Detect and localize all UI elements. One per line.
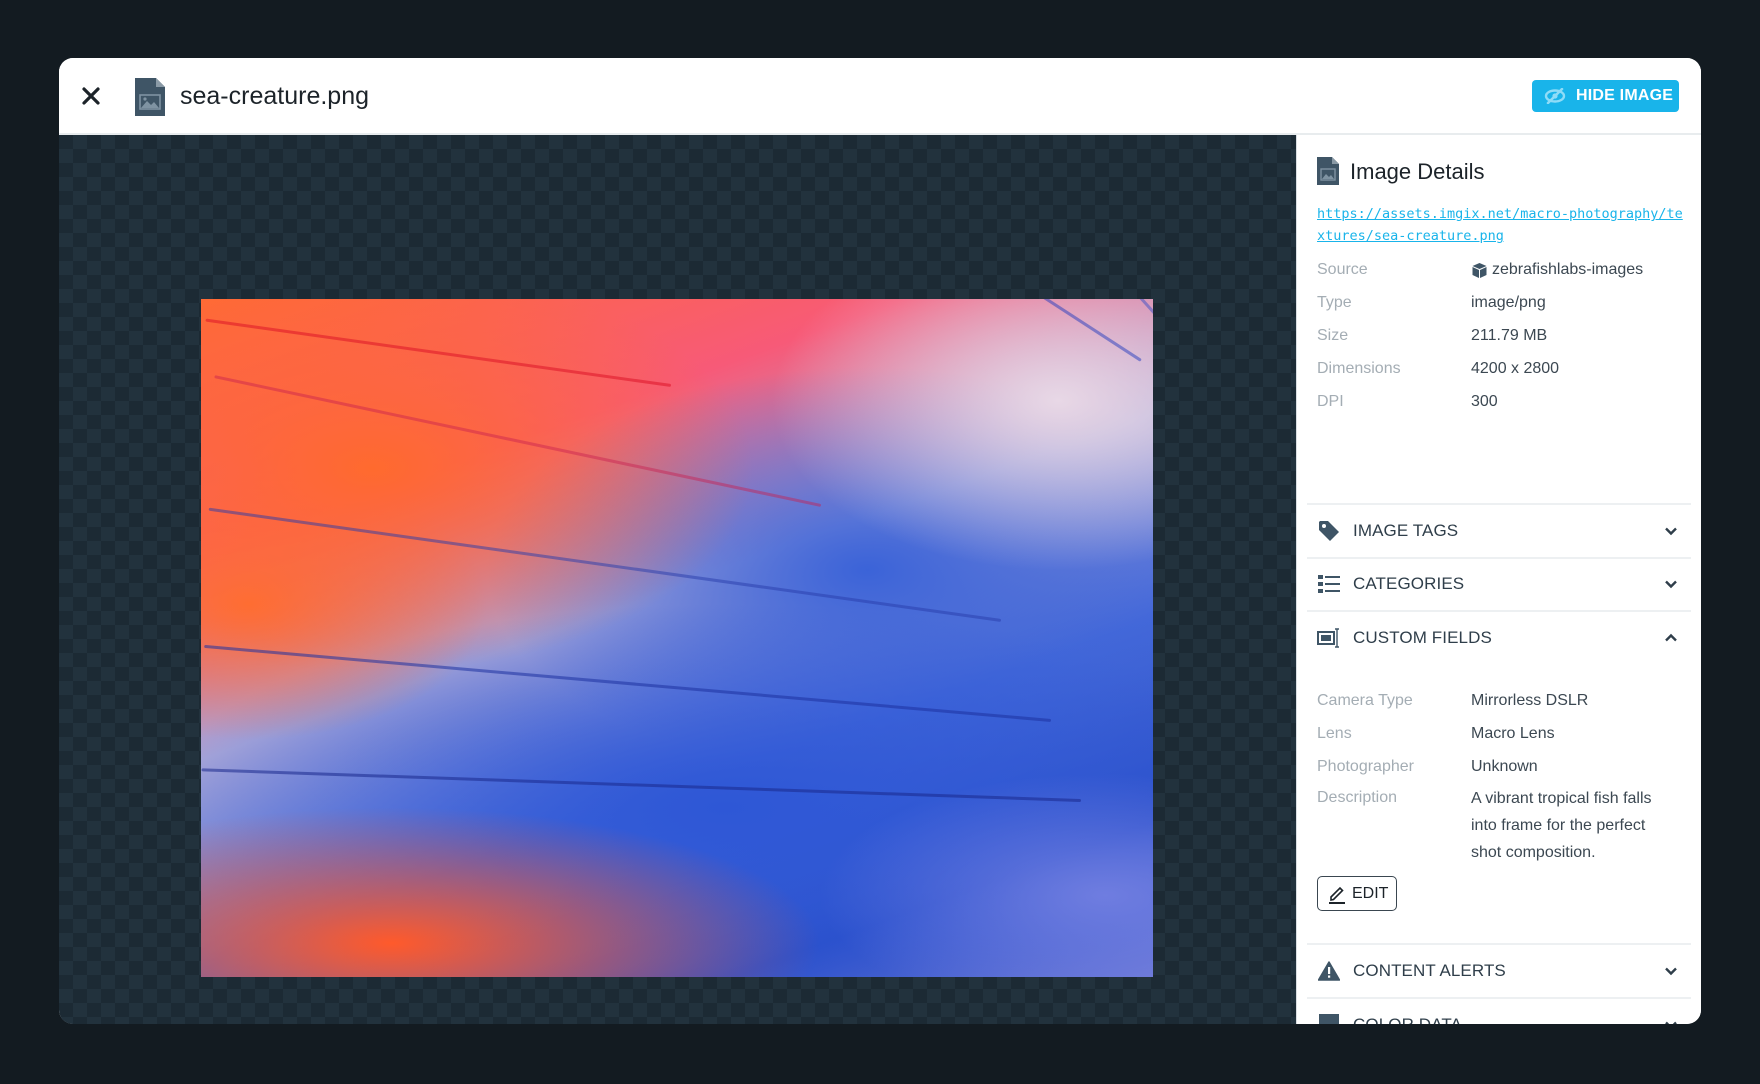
section-content-alerts[interactable]: CONTENT ALERTS bbox=[1307, 945, 1691, 997]
custom-fields-icon bbox=[1317, 626, 1341, 650]
modal-header: sea-creature.png HIDE IMAGE bbox=[59, 58, 1701, 135]
close-icon bbox=[82, 87, 100, 105]
section-categories[interactable]: CATEGORIES bbox=[1307, 558, 1691, 610]
section-label: CONTENT ALERTS bbox=[1353, 961, 1506, 980]
section-label: IMAGE TAGS bbox=[1353, 521, 1459, 540]
section-label: CUSTOM FIELDS bbox=[1353, 628, 1492, 647]
pencil-icon bbox=[1329, 886, 1345, 904]
details-title: Image Details bbox=[1350, 159, 1485, 184]
custom-field-row: Photographer Unknown bbox=[1317, 750, 1687, 783]
detail-key: Source bbox=[1317, 260, 1368, 278]
chevron-down-icon bbox=[1665, 967, 1677, 976]
detail-row-size: Size 211.79 MB bbox=[1317, 319, 1687, 352]
image-file-icon bbox=[135, 78, 165, 116]
field-value: Mirrorless DSLR bbox=[1471, 691, 1589, 709]
chevron-down-icon bbox=[1665, 527, 1677, 536]
detail-row-dimensions: Dimensions 4200 x 2800 bbox=[1317, 352, 1687, 385]
detail-key: DPI bbox=[1317, 392, 1344, 410]
detail-value: zebrafishlabs-images bbox=[1492, 260, 1644, 278]
tag-icon bbox=[1317, 519, 1341, 543]
color-data-icon bbox=[1317, 1013, 1341, 1024]
field-key: Description bbox=[1317, 789, 1398, 806]
detail-key: Size bbox=[1317, 326, 1349, 344]
eye-slash-icon bbox=[1544, 88, 1566, 104]
section-label: CATEGORIES bbox=[1353, 574, 1465, 593]
field-key: Lens bbox=[1317, 724, 1352, 742]
file-name: sea-creature.png bbox=[180, 82, 370, 110]
custom-field-row: Description A vibrant tropical fish fall… bbox=[1317, 783, 1687, 866]
image-detail-modal: sea-creature.png HIDE IMAGE Image Detail… bbox=[59, 58, 1701, 1024]
custom-field-row: Lens Macro Lens bbox=[1317, 717, 1687, 750]
chevron-up-icon bbox=[1665, 633, 1677, 642]
edit-label: EDIT bbox=[1352, 884, 1389, 902]
custom-fields-list: Camera Type Mirrorless DSLR Lens Macro L… bbox=[1317, 684, 1687, 866]
image-details-list: Source zebrafishlabs-images Type image/p… bbox=[1317, 253, 1687, 418]
hide-image-button[interactable]: HIDE IMAGE bbox=[1532, 80, 1679, 112]
custom-field-row: Camera Type Mirrorless DSLR bbox=[1317, 684, 1687, 717]
detail-key: Dimensions bbox=[1317, 359, 1401, 377]
list-icon bbox=[1317, 572, 1341, 596]
field-value: Macro Lens bbox=[1471, 724, 1555, 742]
field-value: A vibrant tropical fish falls into frame… bbox=[1471, 790, 1652, 861]
image-viewer bbox=[59, 135, 1296, 1024]
hide-image-label: HIDE IMAGE bbox=[1576, 87, 1674, 104]
detail-value: 211.79 MB bbox=[1471, 326, 1548, 344]
detail-row-dpi: DPI 300 bbox=[1317, 385, 1687, 418]
field-key: Camera Type bbox=[1317, 691, 1413, 709]
image-file-icon bbox=[1317, 157, 1339, 185]
chevron-down-icon bbox=[1665, 580, 1677, 589]
detail-value: image/png bbox=[1471, 293, 1546, 311]
detail-key: Type bbox=[1317, 293, 1352, 311]
preview-image[interactable] bbox=[201, 299, 1153, 977]
warning-icon bbox=[1317, 959, 1341, 983]
image-url-link[interactable]: https://assets.imgix.net/macro-photograp… bbox=[1317, 203, 1687, 247]
close-button[interactable] bbox=[75, 80, 107, 112]
detail-row-type: Type image/png bbox=[1317, 286, 1687, 319]
field-key: Photographer bbox=[1317, 757, 1414, 775]
section-color-data[interactable]: COLOR DATA bbox=[1307, 999, 1691, 1024]
section-label: COLOR DATA bbox=[1353, 1015, 1663, 1024]
edit-button[interactable]: EDIT bbox=[1317, 876, 1397, 911]
field-value: Unknown bbox=[1471, 757, 1538, 775]
cube-icon bbox=[1472, 262, 1487, 278]
detail-row-source: Source zebrafishlabs-images bbox=[1317, 253, 1687, 286]
details-sidebar: Image Details https://assets.imgix.net/m… bbox=[1296, 135, 1701, 1024]
detail-value: 4200 x 2800 bbox=[1471, 359, 1560, 377]
chevron-down-icon bbox=[1665, 1021, 1677, 1024]
section-image-tags[interactable]: IMAGE TAGS bbox=[1307, 505, 1691, 557]
section-custom-fields[interactable]: CUSTOM FIELDS bbox=[1307, 612, 1691, 664]
detail-value: 300 bbox=[1471, 392, 1498, 410]
